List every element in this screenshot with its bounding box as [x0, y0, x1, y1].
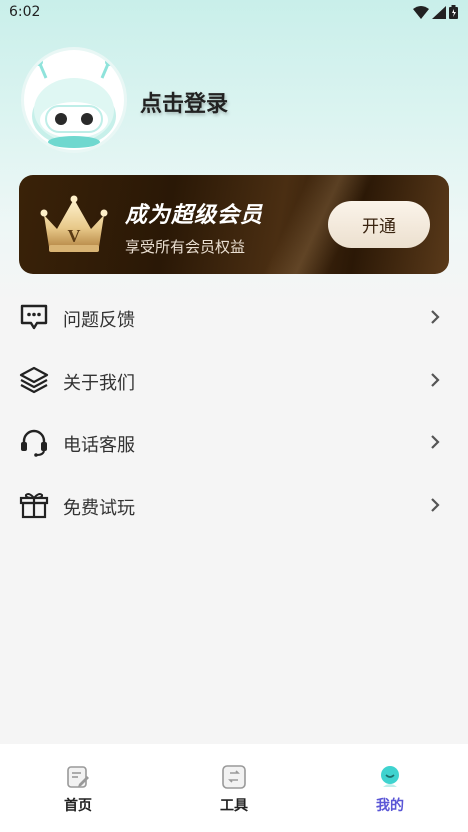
chevron-right-icon — [431, 372, 440, 387]
menu-item-feedback[interactable]: 问题反馈 — [0, 286, 468, 349]
status-bar: 6:02 — [0, 0, 468, 26]
tab-label: 首页 — [64, 798, 92, 814]
menu-item-about[interactable]: 关于我们 — [0, 349, 468, 412]
tab-home[interactable]: 首页 — [0, 744, 156, 832]
tools-icon — [222, 765, 246, 789]
chevron-right-icon — [431, 497, 440, 512]
home-edit-icon — [67, 766, 89, 788]
open-vip-button[interactable]: 开通 — [328, 201, 430, 248]
gift-icon — [19, 492, 49, 518]
bottom-tab-bar: 首页 工具 我的 — [0, 744, 468, 832]
mine-icon — [381, 766, 399, 787]
layers-icon — [19, 366, 49, 393]
settings-menu: 问题反馈 关于我们 电话客服 免费试玩 — [0, 286, 468, 536]
vip-banner[interactable]: V 成为超级会员 享受所有会员权益 开通 — [19, 175, 449, 274]
menu-item-label: 免费试玩 — [63, 497, 135, 519]
menu-item-label: 问题反馈 — [63, 310, 135, 331]
menu-item-label: 关于我们 — [63, 372, 135, 394]
message-icon — [20, 304, 48, 330]
status-time: 6:02 — [9, 4, 41, 20]
robot-avatar-icon — [32, 58, 116, 148]
menu-item-free-trial[interactable]: 免费试玩 — [0, 474, 468, 537]
menu-item-label: 电话客服 — [63, 435, 135, 456]
avatar[interactable] — [24, 50, 124, 150]
chevron-right-icon — [431, 310, 440, 324]
tab-label: 我的 — [376, 798, 404, 814]
chevron-right-icon — [431, 435, 440, 449]
tab-mine[interactable]: 我的 — [312, 744, 468, 832]
signal-icon — [432, 5, 446, 19]
headset-icon — [21, 429, 47, 457]
crown-icon: V — [40, 195, 108, 252]
vip-title: 成为超级会员 — [125, 203, 264, 228]
crown-letter: V — [68, 226, 81, 246]
battery-icon — [449, 5, 458, 19]
tab-label: 工具 — [220, 798, 248, 814]
wifi-icon — [413, 5, 429, 19]
menu-item-phone-service[interactable]: 电话客服 — [0, 411, 468, 474]
tab-tools[interactable]: 工具 — [156, 744, 312, 832]
vip-subtitle: 享受所有会员权益 — [125, 238, 246, 256]
status-icons — [413, 5, 458, 19]
login-link[interactable]: 点击登录 — [140, 86, 228, 118]
